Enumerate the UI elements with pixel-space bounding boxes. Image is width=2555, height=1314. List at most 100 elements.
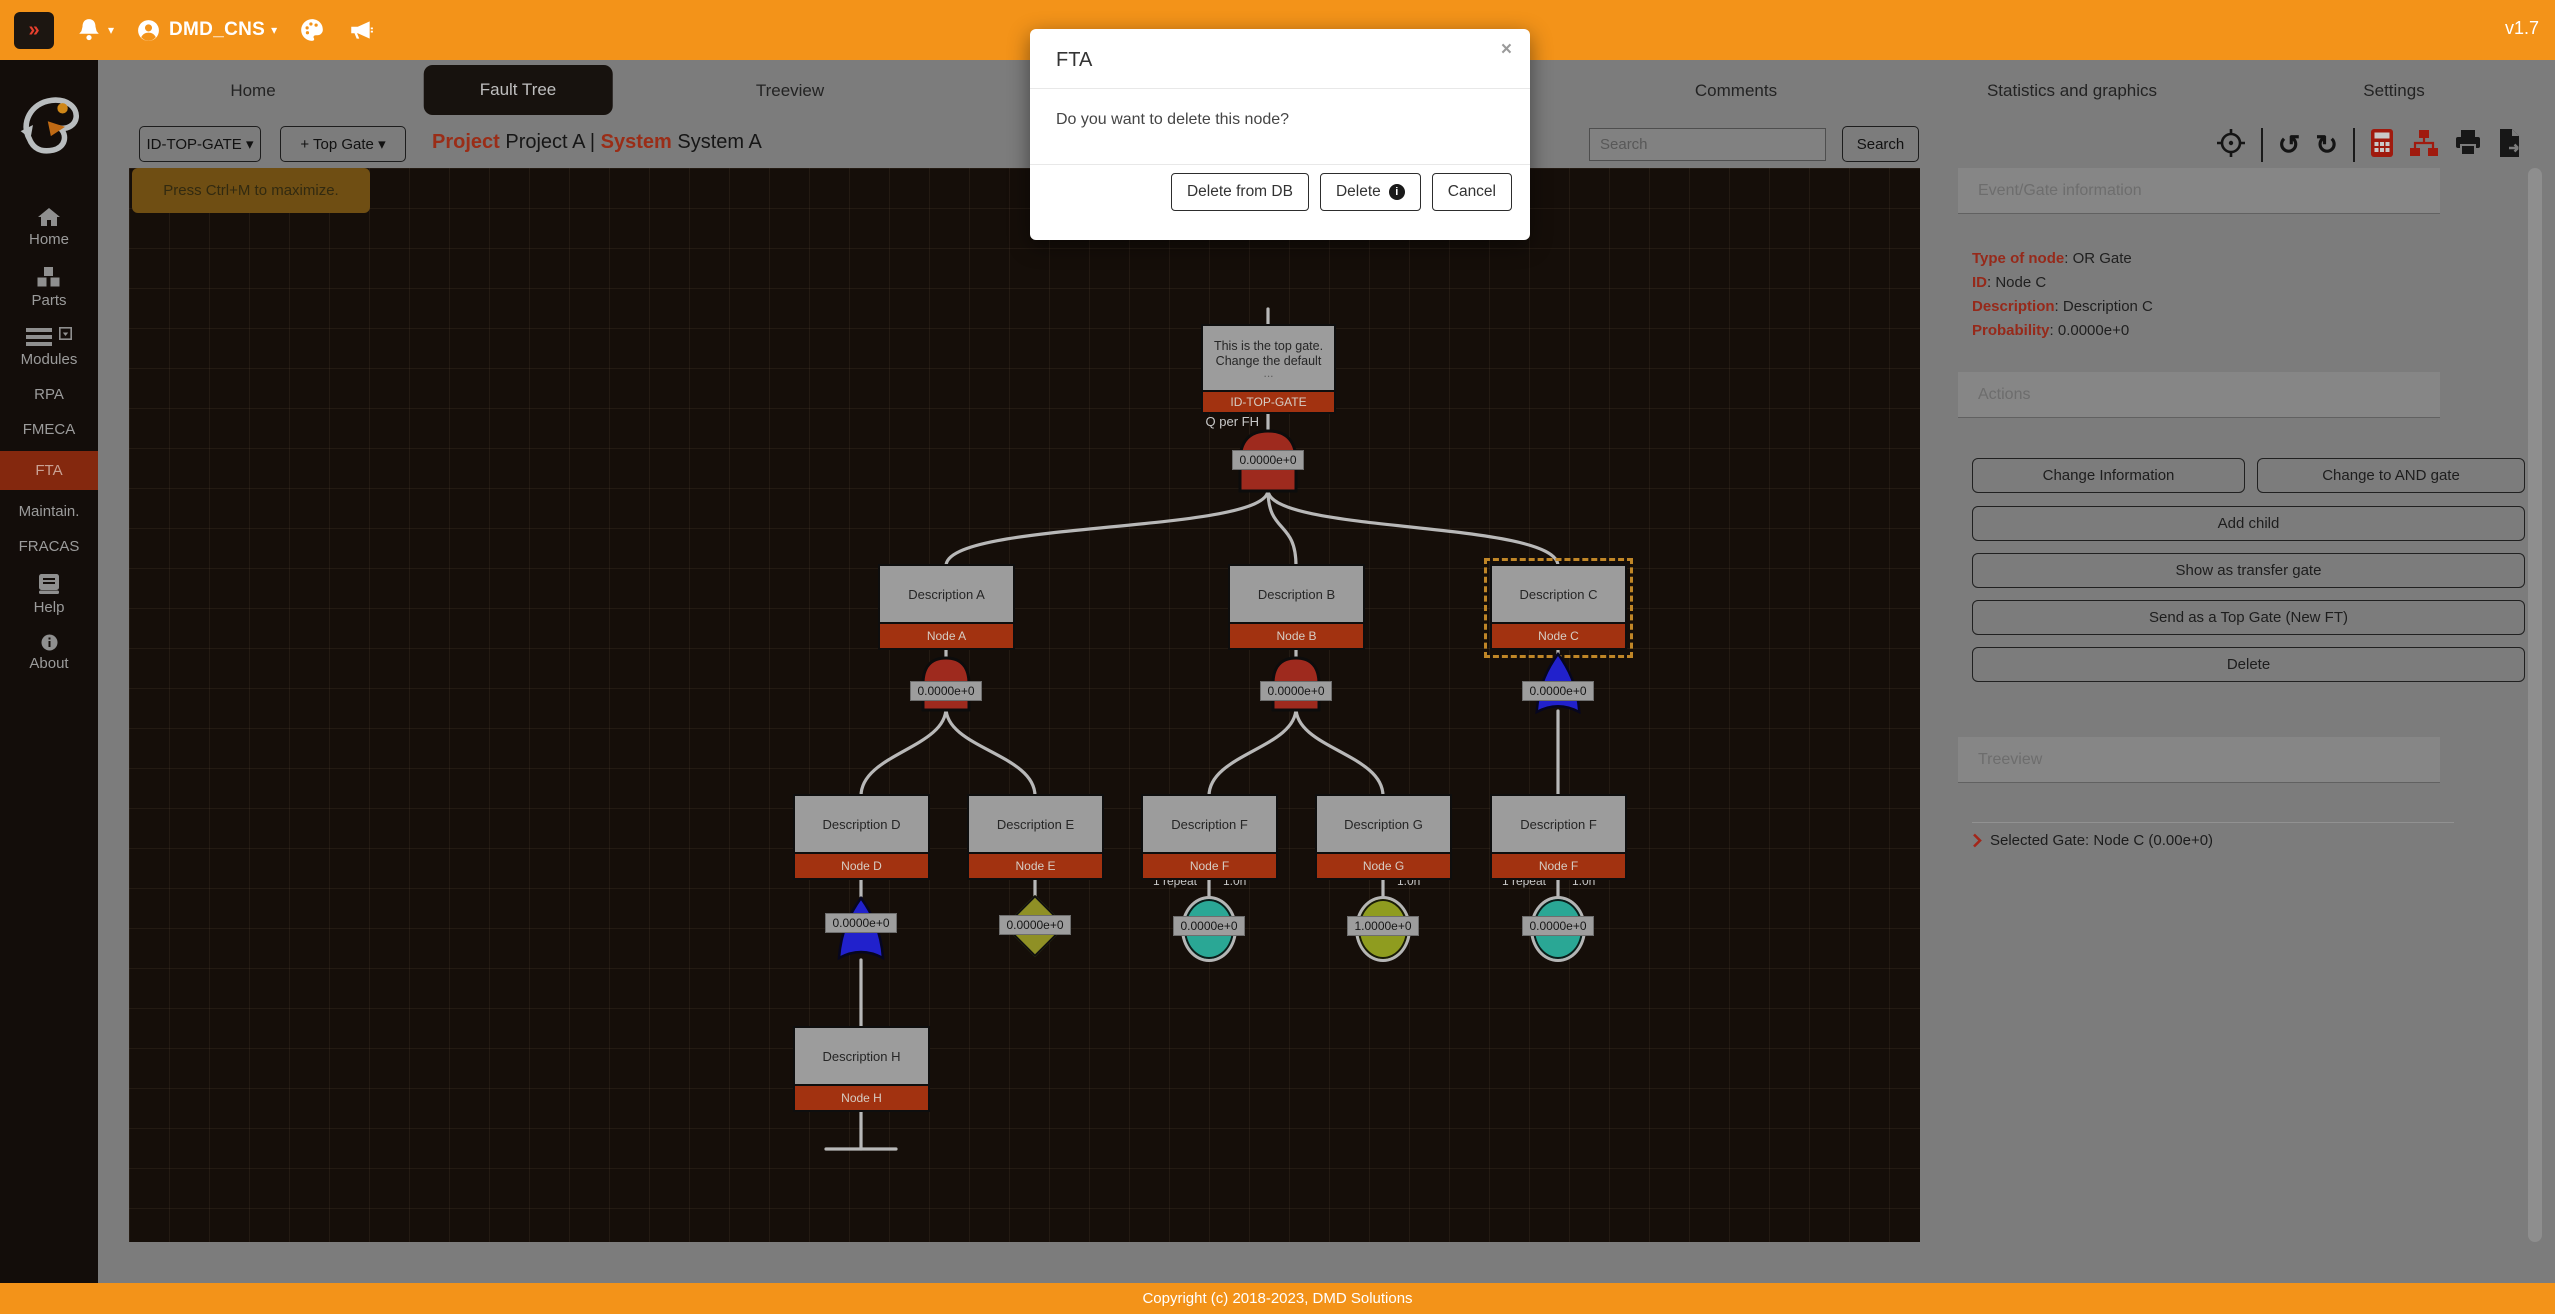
- tab-statistics[interactable]: Statistics and graphics: [1987, 60, 2157, 122]
- tree-node-f2[interactable]: Description F Node F: [1490, 794, 1627, 880]
- node-description-box[interactable]: Description A: [878, 564, 1015, 624]
- app-logo-bird-icon[interactable]: [12, 88, 86, 162]
- node-id-bar[interactable]: Node C: [1490, 624, 1627, 650]
- print-icon[interactable]: [2454, 129, 2482, 162]
- modal-body-text: Do you want to delete this node?: [1030, 89, 1530, 164]
- node-description-box[interactable]: This is the top gate. Change the default…: [1201, 324, 1336, 392]
- panel-scrollbar[interactable]: [2528, 168, 2542, 1242]
- theme-palette-icon[interactable]: [299, 17, 325, 43]
- tree-node-c-selected[interactable]: Description C Node C: [1490, 564, 1627, 650]
- node-id-bar[interactable]: Node F: [1490, 854, 1627, 880]
- tree-node-d[interactable]: Description D Node D: [793, 794, 930, 880]
- actions-header: Actions: [1958, 372, 2440, 418]
- modal-footer: Delete from DB Deletei Cancel: [1030, 164, 1530, 219]
- send-as-top-gate-button[interactable]: Send as a Top Gate (New FT): [1972, 600, 2525, 635]
- details-panel: Event/Gate information Type of node: OR …: [1920, 60, 2555, 1242]
- notifications-bell-icon[interactable]: [76, 16, 102, 44]
- tree-node-e[interactable]: Description E Node E: [967, 794, 1104, 880]
- node-id-bar[interactable]: Node H: [793, 1086, 930, 1112]
- delete-button[interactable]: Deletei: [1320, 173, 1421, 211]
- delete-node-button[interactable]: Delete: [1972, 647, 2525, 682]
- toolbar-separator: [2353, 128, 2355, 162]
- node-description-box[interactable]: Description G: [1315, 794, 1452, 854]
- probability-chip: 0.0000e+0: [1522, 916, 1594, 936]
- tree-edges: [129, 168, 1920, 1242]
- event-gate-info-header: Event/Gate information: [1958, 168, 2440, 214]
- node-description-box[interactable]: Description H: [793, 1026, 930, 1086]
- sidebar-item-rpa[interactable]: RPA: [0, 377, 98, 412]
- info-description: Description: Description C: [1972, 298, 2153, 315]
- show-as-transfer-gate-button[interactable]: Show as transfer gate: [1972, 553, 2525, 588]
- tree-layout-icon[interactable]: [2409, 129, 2439, 162]
- tab-home[interactable]: Home: [230, 60, 275, 122]
- tree-node-f[interactable]: Description F Node F: [1141, 794, 1278, 880]
- add-child-button[interactable]: Add child: [1972, 506, 2525, 541]
- announcements-megaphone-icon[interactable]: [347, 17, 375, 43]
- sidebar-item-maintain[interactable]: Maintain.: [0, 494, 98, 529]
- close-icon[interactable]: ×: [1501, 39, 1512, 61]
- copyright-text: Copyright (c) 2018-2023, DMD Solutions: [1142, 1290, 1412, 1307]
- info-icon: i: [1389, 184, 1405, 200]
- node-description-box[interactable]: Description F: [1141, 794, 1278, 854]
- search-button[interactable]: Search: [1842, 126, 1919, 162]
- change-to-and-gate-button[interactable]: Change to AND gate: [2257, 458, 2525, 493]
- user-avatar-icon[interactable]: [136, 18, 161, 43]
- delete-from-db-button[interactable]: Delete from DB: [1171, 173, 1309, 211]
- calculate-icon[interactable]: [2370, 128, 2394, 163]
- tab-treeview[interactable]: Treeview: [756, 60, 824, 122]
- node-id-bar[interactable]: Node D: [793, 854, 930, 880]
- user-name[interactable]: DMD_CNS: [169, 19, 265, 41]
- probability-chip: 0.0000e+0: [1232, 450, 1304, 470]
- tree-node-g[interactable]: Description G Node G: [1315, 794, 1452, 880]
- change-information-button[interactable]: Change Information: [1972, 458, 2245, 493]
- tab-comments[interactable]: Comments: [1695, 60, 1777, 122]
- undo-icon[interactable]: ↺: [2278, 132, 2301, 159]
- node-description-box[interactable]: Description D: [793, 794, 930, 854]
- tree-node-a[interactable]: Description A Node A: [878, 564, 1015, 650]
- node-id-bar[interactable]: Node E: [967, 854, 1104, 880]
- fault-tree-canvas[interactable]: Press Ctrl+M to maximize. Q per FH: [129, 168, 1920, 1242]
- tree-node-b[interactable]: Description B Node B: [1228, 564, 1365, 650]
- search-input[interactable]: [1589, 128, 1826, 161]
- tab-settings[interactable]: Settings: [2363, 60, 2424, 122]
- treeview-header: Treeview: [1958, 737, 2440, 783]
- sidebar-collapse-button[interactable]: »: [14, 12, 54, 49]
- project-label: Project: [432, 131, 500, 153]
- notifications-caret-icon[interactable]: ▾: [108, 23, 114, 37]
- node-description-box[interactable]: Description F: [1490, 794, 1627, 854]
- tree-node-top-gate[interactable]: This is the top gate. Change the default…: [1201, 324, 1336, 414]
- node-id-bar[interactable]: ID-TOP-GATE: [1201, 392, 1336, 414]
- node-description-box[interactable]: Description E: [967, 794, 1104, 854]
- sidebar-item-fracas[interactable]: FRACAS: [0, 529, 98, 564]
- sidebar-item-about[interactable]: About: [0, 625, 98, 681]
- add-top-gate-dropdown[interactable]: + Top Gate ▾: [280, 126, 406, 162]
- cancel-button[interactable]: Cancel: [1432, 173, 1512, 211]
- sidebar-item-help[interactable]: Help: [0, 564, 98, 625]
- node-id-bar[interactable]: Node F: [1141, 854, 1278, 880]
- sidebar-item-modules[interactable]: Modules: [0, 318, 98, 377]
- center-view-crosshair-icon[interactable]: [2216, 128, 2246, 163]
- app-root: » ▾ DMD_CNS ▾ v1.7: [0, 0, 2555, 1314]
- sidebar-item-fmeca[interactable]: FMECA: [0, 412, 98, 447]
- modules-expand-icon: [59, 327, 72, 340]
- user-menu-caret-icon[interactable]: ▾: [271, 23, 277, 37]
- modal-header: FTA ×: [1030, 29, 1530, 89]
- info-probability: Probability: 0.0000e+0: [1972, 322, 2129, 339]
- redo-icon[interactable]: ↻: [2315, 132, 2338, 159]
- treeview-selected-gate[interactable]: Selected Gate: Node C (0.00e+0): [1972, 832, 2213, 849]
- node-description-box[interactable]: Description C: [1490, 564, 1627, 624]
- node-id-bar[interactable]: Node A: [878, 624, 1015, 650]
- node-id-bar[interactable]: Node B: [1228, 624, 1365, 650]
- sidebar-item-home[interactable]: Home: [0, 198, 98, 257]
- sidebar-item-fta[interactable]: FTA: [0, 451, 98, 490]
- node-id-bar[interactable]: Node G: [1315, 854, 1452, 880]
- gate-select-dropdown[interactable]: ID-TOP-GATE ▾: [139, 126, 261, 162]
- tree-node-h[interactable]: Description H Node H: [793, 1026, 930, 1112]
- export-icon[interactable]: [2497, 128, 2523, 163]
- node-description-box[interactable]: Description B: [1228, 564, 1365, 624]
- sidebar-item-label: Modules: [21, 351, 78, 368]
- app-version: v1.7: [2505, 18, 2539, 39]
- tab-fault-tree[interactable]: Fault Tree: [424, 65, 613, 115]
- footer: Copyright (c) 2018-2023, DMD Solutions: [0, 1283, 2555, 1314]
- sidebar-item-parts[interactable]: Parts: [0, 257, 98, 318]
